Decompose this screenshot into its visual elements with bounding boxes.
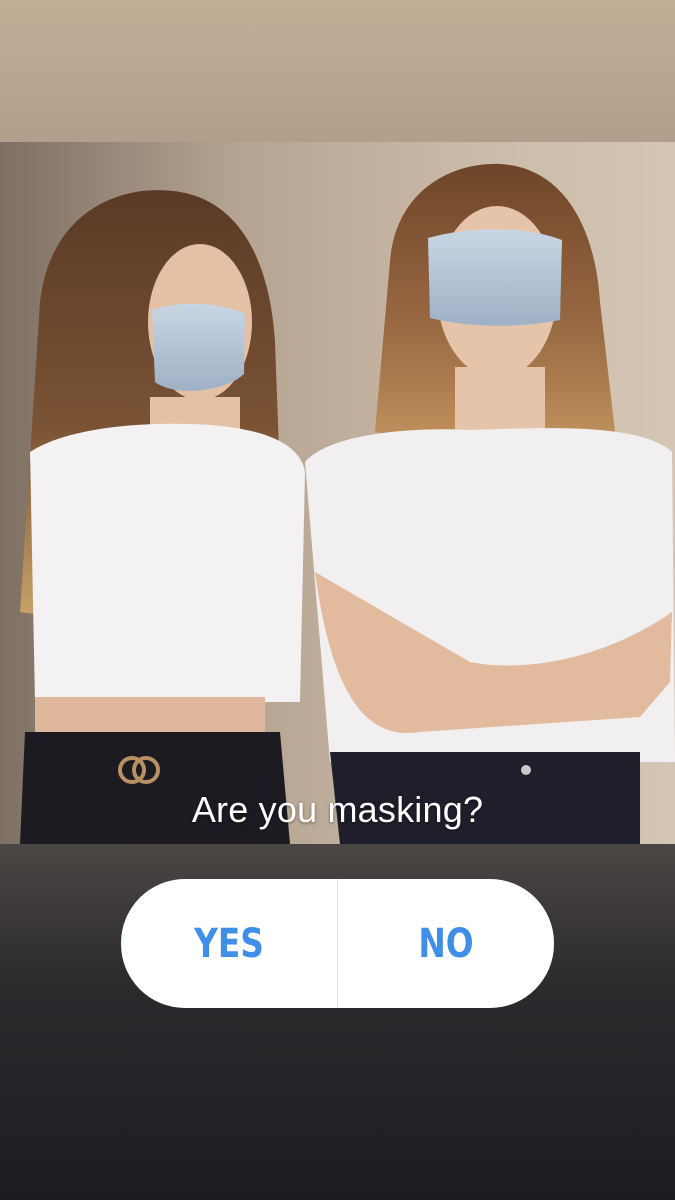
poll-question: Are you masking? (191, 789, 484, 830)
poll-option-yes[interactable]: YES (140, 879, 317, 1008)
poll-sticker: YES NO (121, 879, 554, 1008)
story-top-background (0, 0, 675, 142)
story-screen: Are you masking? YES NO (0, 0, 675, 1200)
story-photo (0, 142, 675, 844)
poll-divider (337, 879, 338, 1008)
poll-option-no[interactable]: NO (357, 879, 534, 1008)
